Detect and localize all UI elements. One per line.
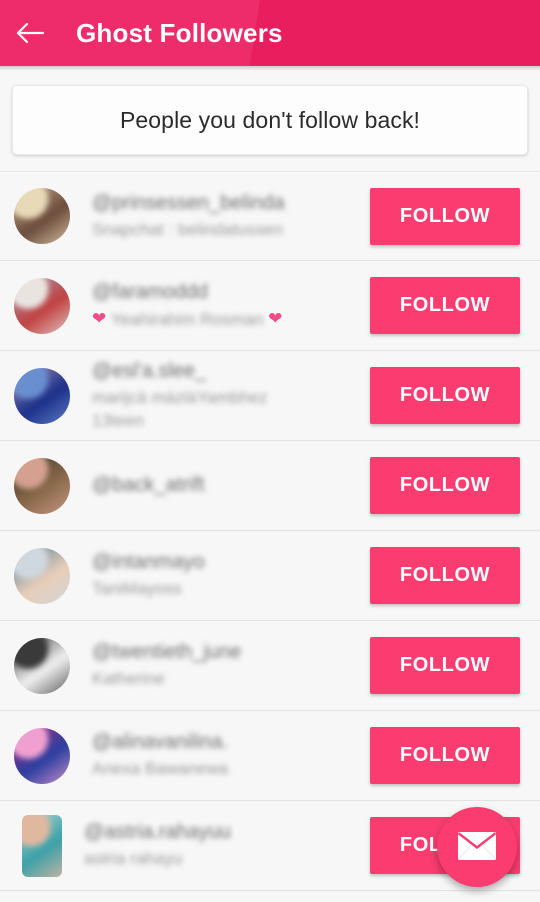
- table-row[interactable]: @prinsessen_belinda Snapchat : belindatus…: [0, 171, 540, 261]
- avatar: [14, 547, 70, 604]
- avatar-image: [14, 637, 70, 694]
- table-row[interactable]: @back_atrift FOLLOW: [0, 441, 540, 531]
- follow-button[interactable]: FOLLOW: [370, 727, 520, 784]
- username-label: @astria.rahayuu: [84, 821, 232, 844]
- avatar-image: [14, 188, 70, 244]
- app-root: Ghost Followers People you don't follow …: [0, 0, 540, 902]
- username-label: @prinsessen_belinda: [92, 191, 285, 214]
- avatar-image: [14, 547, 70, 604]
- heart-icon: ❤: [268, 309, 283, 329]
- avatar: [14, 457, 70, 514]
- back-button[interactable]: [0, 0, 62, 66]
- avatar: [14, 188, 70, 244]
- username-label: @twentieth_june: [92, 641, 242, 664]
- fullname-label: TaniMayoss: [92, 579, 182, 599]
- username-label: @esl'a.slee_: [92, 359, 207, 382]
- user-meta: @esl'a.slee_ marijcà màzlàYambhez 13teen: [92, 359, 370, 432]
- fullname-label: marijcà màzlàYambhez: [92, 387, 268, 407]
- user-meta: @back_atrift: [92, 473, 370, 498]
- follow-button[interactable]: FOLLOW: [370, 367, 520, 424]
- message-fab-button[interactable]: [437, 807, 517, 887]
- user-meta: @intanmayo TaniMayoss: [92, 550, 370, 600]
- fullname-label: Anexa Bawanewa: [92, 759, 229, 779]
- arrow-left-icon: [16, 21, 46, 45]
- avatar: [14, 367, 70, 424]
- info-banner-text: People you don't follow back!: [119, 106, 421, 133]
- avatar: [22, 814, 62, 877]
- username-label: @intanmayo: [92, 551, 205, 574]
- user-meta: @twentieth_june Katherine: [92, 640, 370, 690]
- heart-icon: ❤: [92, 309, 107, 329]
- follow-button[interactable]: FOLLOW: [370, 187, 520, 245]
- follow-button[interactable]: FOLLOW: [370, 547, 520, 604]
- page-title: Ghost Followers: [76, 17, 283, 48]
- avatar: [14, 277, 70, 334]
- fullname-label: Katherine: [92, 669, 165, 689]
- banner-container: People you don't follow back!: [0, 71, 540, 155]
- table-row[interactable]: @alinavanilina. Anexa Bawanewa FOLLOW: [0, 711, 540, 801]
- bio-extra-label: 13teen: [92, 411, 144, 430]
- info-banner-card: People you don't follow back!: [12, 85, 528, 155]
- fullname-text: Yeahirahim Rosman: [110, 309, 264, 329]
- avatar-image: [14, 367, 70, 424]
- avatar-image: [22, 814, 62, 877]
- avatar-image: [14, 457, 70, 514]
- fullname-label: Snapchat : belindatussen: [92, 219, 283, 239]
- table-row[interactable]: @esl'a.slee_ marijcà màzlàYambhez 13teen FO…: [0, 351, 540, 441]
- user-meta: @astria.rahayuu astria rahayu: [84, 820, 370, 870]
- user-meta: @alinavanilina. Anexa Bawanewa: [92, 730, 370, 780]
- username-label: @back_atrift: [92, 474, 205, 496]
- app-bar-shadow: [0, 66, 540, 71]
- username-label: @alinavanilina.: [92, 731, 228, 754]
- avatar-image: [14, 277, 70, 334]
- follow-button[interactable]: FOLLOW: [370, 277, 520, 334]
- user-meta: @prinsessen_belinda Snapchat : belindatus…: [92, 191, 370, 241]
- fullname-label: astria rahayu: [84, 849, 183, 869]
- table-row[interactable]: @intanmayo TaniMayoss FOLLOW: [0, 531, 540, 621]
- username-label: @faramoddd: [92, 281, 208, 304]
- table-row[interactable]: @twentieth_june Katherine FOLLOW: [0, 621, 540, 711]
- avatar-image: [14, 727, 70, 784]
- envelope-icon: [457, 831, 497, 864]
- app-bar: Ghost Followers: [0, 0, 540, 66]
- user-meta: @faramoddd ❤ Yeahirahim Rosman ❤: [92, 280, 370, 331]
- avatar: [14, 637, 70, 694]
- fullname-label: ❤ Yeahirahim Rosman ❤: [92, 308, 362, 331]
- table-row[interactable]: @faramoddd ❤ Yeahirahim Rosman ❤ FOLLOW: [0, 261, 540, 351]
- avatar: [14, 727, 70, 784]
- follow-button[interactable]: FOLLOW: [370, 637, 520, 694]
- follow-button[interactable]: FOLLOW: [370, 457, 520, 514]
- ghost-followers-list: @prinsessen_belinda Snapchat : belindatus…: [0, 171, 540, 891]
